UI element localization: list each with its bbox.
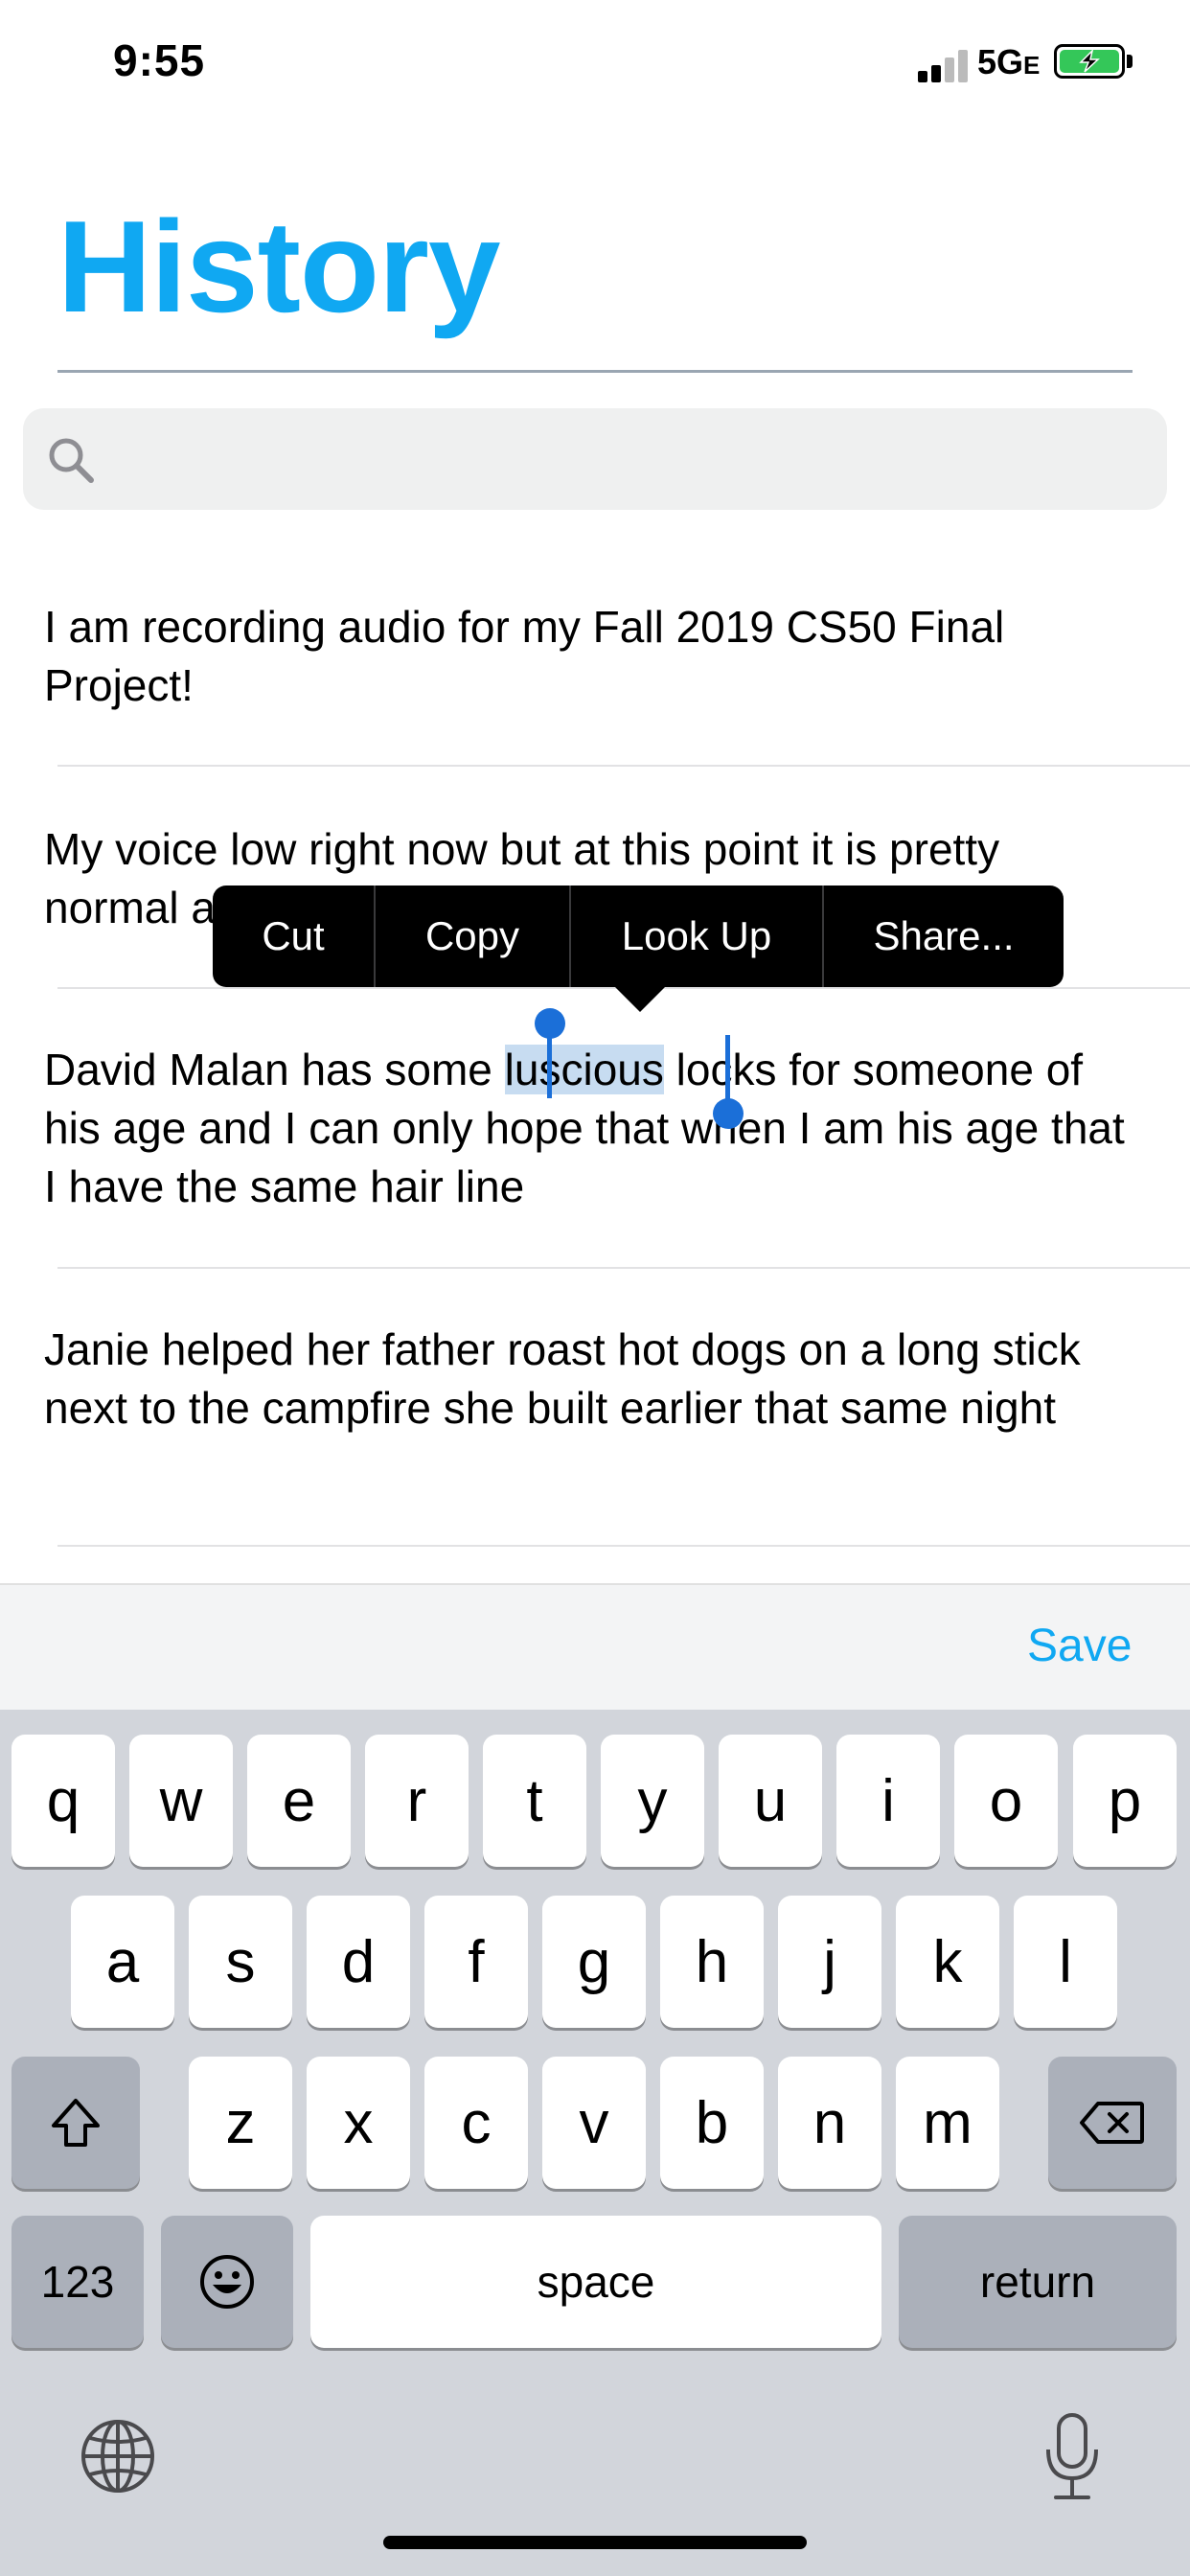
key-q[interactable]: q <box>11 1735 115 1867</box>
key-e[interactable]: e <box>247 1735 351 1867</box>
look-up-menu-item[interactable]: Look Up <box>571 886 824 987</box>
key-s[interactable]: s <box>189 1896 292 2028</box>
key-b[interactable]: b <box>660 2057 764 2189</box>
key-x[interactable]: x <box>307 2057 410 2189</box>
return-key[interactable]: return <box>899 2216 1177 2348</box>
space-key[interactable]: space <box>310 2216 881 2348</box>
key-i[interactable]: i <box>836 1735 940 1867</box>
key-t[interactable]: t <box>483 1735 586 1867</box>
key-h[interactable]: h <box>660 1896 764 2028</box>
keyboard: q w e r t y u i o p a s d f g h j k l z … <box>0 1710 1190 2576</box>
key-z[interactable]: z <box>189 2057 292 2189</box>
emoji-key[interactable] <box>161 2216 293 2348</box>
key-d[interactable]: d <box>307 1896 410 2028</box>
edit-menu-arrow <box>613 985 667 1012</box>
key-c[interactable]: c <box>424 2057 528 2189</box>
key-l[interactable]: l <box>1014 1896 1117 2028</box>
key-a[interactable]: a <box>71 1896 174 2028</box>
save-button[interactable]: Save <box>1027 1620 1132 1672</box>
microphone-icon[interactable] <box>1042 2411 1102 2503</box>
list-item-editing[interactable]: David Malan has some luscious locks for … <box>44 1041 1146 1216</box>
globe-icon[interactable] <box>79 2417 157 2496</box>
row-separator <box>57 765 1190 767</box>
list-item[interactable]: I am recording audio for my Fall 2019 CS… <box>44 598 1146 715</box>
keyboard-accessory-bar <box>0 1583 1190 1712</box>
key-f[interactable]: f <box>424 1896 528 2028</box>
key-j[interactable]: j <box>778 1896 881 2028</box>
delete-key[interactable] <box>1048 2057 1177 2189</box>
numbers-key[interactable]: 123 <box>11 2216 144 2348</box>
key-n[interactable]: n <box>778 2057 881 2189</box>
cut-menu-item[interactable]: Cut <box>213 886 376 987</box>
delete-icon <box>1080 2102 1144 2144</box>
key-k[interactable]: k <box>896 1896 999 2028</box>
signal-bars-icon <box>918 50 968 82</box>
text-before-selection: David Malan has some <box>44 1045 505 1094</box>
copy-menu-item[interactable]: Copy <box>376 886 571 987</box>
key-y[interactable]: y <box>601 1735 704 1867</box>
key-o[interactable]: o <box>954 1735 1058 1867</box>
key-m[interactable]: m <box>896 2057 999 2189</box>
search-input[interactable] <box>23 408 1167 510</box>
battery-tip <box>1127 55 1133 68</box>
home-indicator <box>383 2536 807 2549</box>
shift-key[interactable] <box>11 2057 140 2189</box>
page-title: History <box>57 194 501 339</box>
status-time: 9:55 <box>113 35 206 85</box>
shift-icon <box>52 2099 100 2147</box>
key-w[interactable]: w <box>129 1735 233 1867</box>
battery-charging-icon <box>1054 44 1125 79</box>
selected-text[interactable]: luscious <box>504 1045 664 1094</box>
row-separator <box>57 1267 1190 1269</box>
selection-start-caret <box>547 1035 552 1098</box>
key-p[interactable]: p <box>1073 1735 1177 1867</box>
network-indicator: 5GE <box>977 42 1041 81</box>
key-v[interactable]: v <box>542 2057 646 2189</box>
row-separator <box>57 1545 1190 1547</box>
list-item[interactable]: Janie helped her father roast hot dogs o… <box>44 1321 1146 1438</box>
key-r[interactable]: r <box>365 1735 469 1867</box>
selection-end-handle[interactable] <box>713 1098 744 1129</box>
edit-menu: Cut Copy Look Up Share... <box>213 886 1064 987</box>
emoji-icon <box>200 2255 254 2309</box>
title-divider <box>57 370 1133 373</box>
key-g[interactable]: g <box>542 1896 646 2028</box>
share-menu-item[interactable]: Share... <box>824 886 1064 987</box>
key-u[interactable]: u <box>719 1735 822 1867</box>
search-icon <box>49 438 94 483</box>
